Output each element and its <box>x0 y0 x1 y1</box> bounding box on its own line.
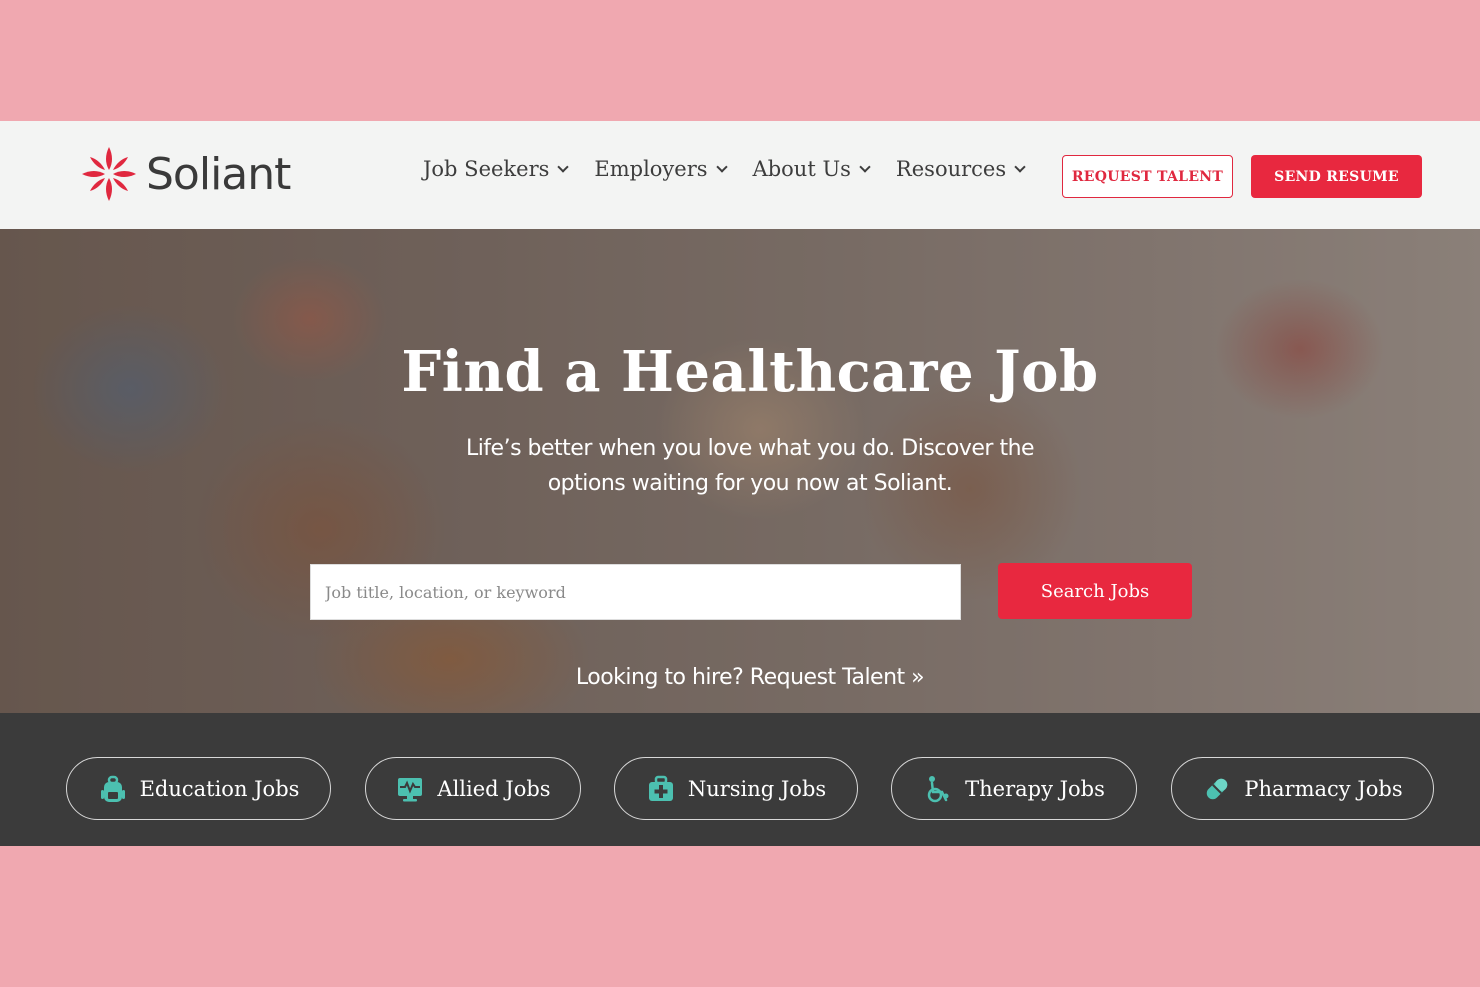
pill-icon <box>1207 778 1228 799</box>
backpack-icon <box>100 775 125 802</box>
request-talent-button[interactable]: REQUEST TALENT <box>1062 155 1233 198</box>
category-education-jobs[interactable]: Education Jobs <box>66 757 331 820</box>
nav-job-seekers[interactable]: Job Seekers <box>423 157 570 181</box>
category-pharmacy-jobs[interactable]: Pharmacy Jobs <box>1171 757 1434 820</box>
chevron-down-icon <box>557 160 570 173</box>
nav-label: Job Seekers <box>423 157 550 181</box>
hero-subtitle: Life’s better when you love what you do.… <box>465 436 1035 496</box>
chevron-down-icon <box>715 160 728 173</box>
soliant-logo-icon <box>82 147 136 201</box>
category-label: Allied Jobs <box>437 776 551 801</box>
category-label: Education Jobs <box>139 776 300 801</box>
search-jobs-button[interactable]: Search Jobs <box>998 563 1192 619</box>
category-label: Therapy Jobs <box>965 776 1105 801</box>
logo[interactable]: Soliant <box>78 141 291 207</box>
request-talent-link[interactable]: Looking to hire? Request Talent » <box>0 665 1480 690</box>
job-categories-bar: Education Jobs Allied Jobs Nursing Jobs <box>0 713 1480 846</box>
job-search-input[interactable] <box>310 564 961 620</box>
category-label: Nursing Jobs <box>687 776 827 801</box>
hero-section: Find a Healthcare Job Life’s better when… <box>0 229 1480 713</box>
website-frame: Soliant Job Seekers Employers About Us R… <box>0 121 1480 846</box>
nav-about-us[interactable]: About Us <box>752 157 871 181</box>
category-nursing-jobs[interactable]: Nursing Jobs <box>614 757 858 820</box>
category-therapy-jobs[interactable]: Therapy Jobs <box>891 757 1137 820</box>
site-header: Soliant Job Seekers Employers About Us R… <box>0 121 1480 229</box>
send-resume-button[interactable]: SEND RESUME <box>1251 155 1422 198</box>
main-nav: Job Seekers Employers About Us Resources <box>423 157 1051 181</box>
heart-monitor-icon <box>398 777 423 801</box>
hero-title: Find a Healthcare Job <box>401 339 1099 405</box>
category-label: Pharmacy Jobs <box>1244 776 1403 801</box>
category-allied-jobs[interactable]: Allied Jobs <box>365 757 581 820</box>
medical-kit-icon <box>648 775 673 801</box>
nav-label: About Us <box>752 157 851 181</box>
nav-employers[interactable]: Employers <box>594 157 728 181</box>
chevron-down-icon <box>859 160 871 173</box>
wheelchair-icon <box>927 775 949 802</box>
nav-resources[interactable]: Resources <box>895 157 1026 181</box>
nav-label: Employers <box>594 157 708 181</box>
nav-label: Resources <box>895 157 1007 181</box>
logo-text: Soliant <box>146 148 291 200</box>
chevron-down-icon <box>1014 160 1026 173</box>
